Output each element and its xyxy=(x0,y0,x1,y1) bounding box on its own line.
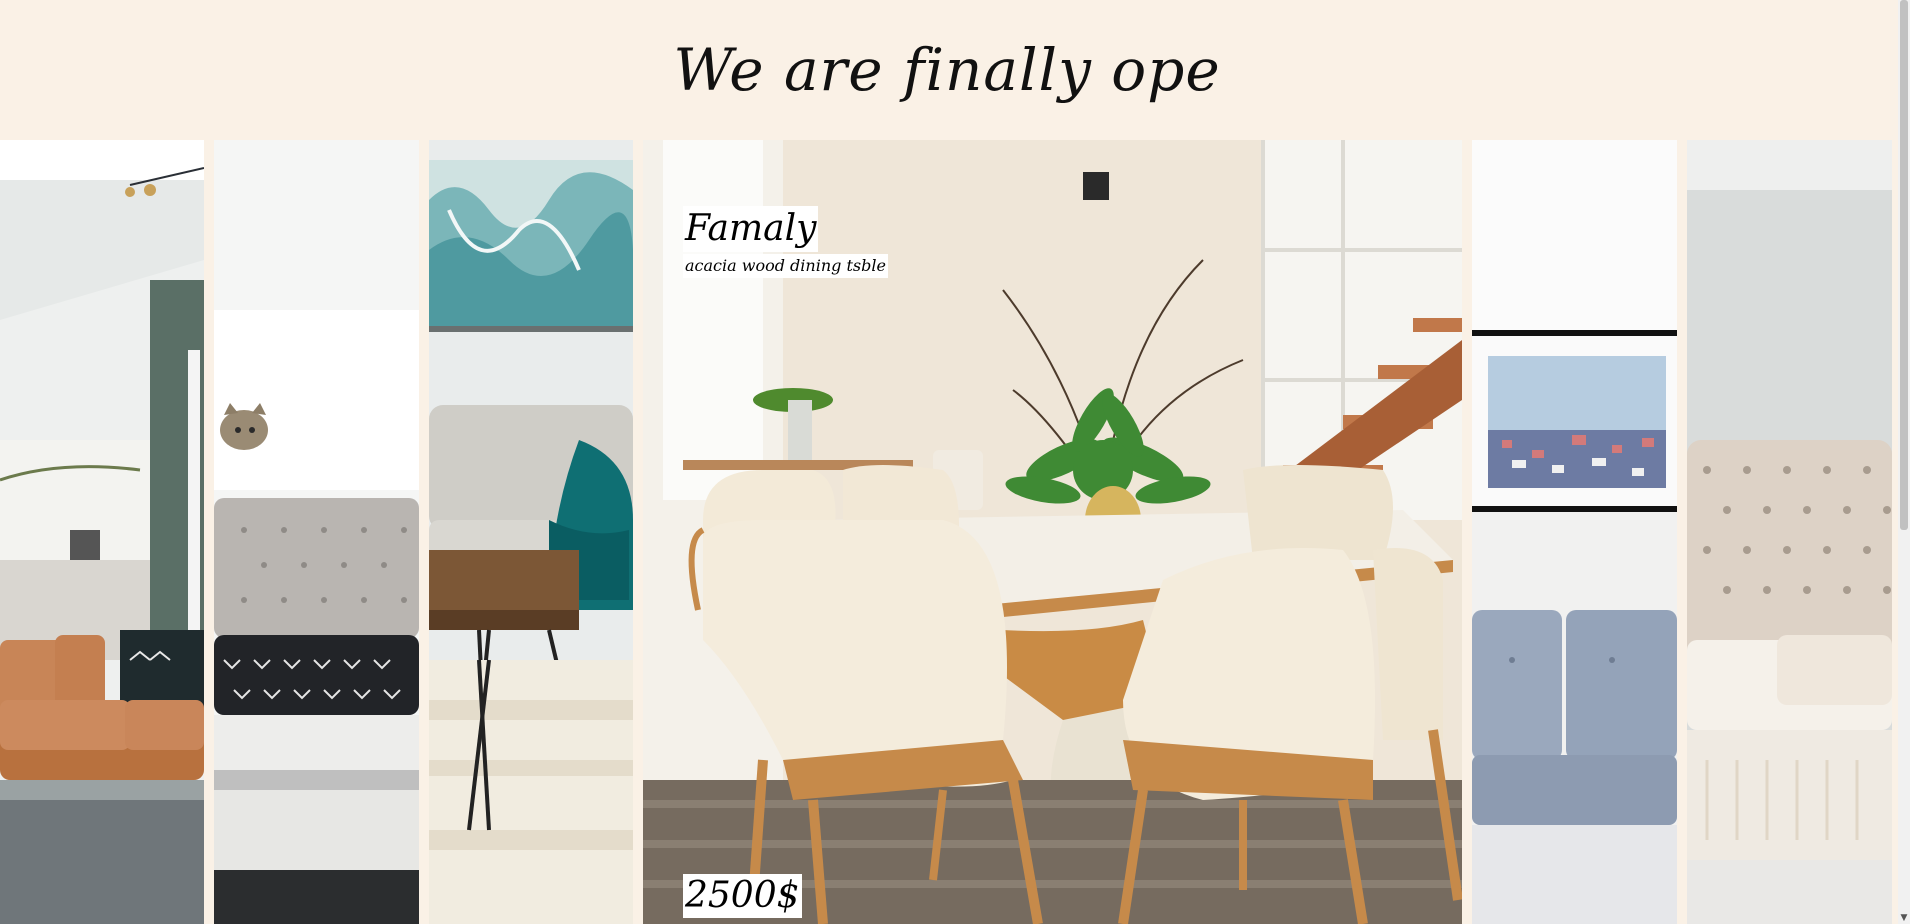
scrollbar-thumb[interactable] xyxy=(1900,0,1908,530)
gallery-panel-coffee-table[interactable] xyxy=(429,140,633,924)
blue-sofa-photo xyxy=(1472,140,1677,924)
headline: We are finally ope xyxy=(673,36,1221,104)
product-price: 2500$ xyxy=(683,874,802,918)
scroll-down-arrow-icon[interactable]: ▼ xyxy=(1900,914,1908,923)
tufted-bed-photo xyxy=(1687,140,1892,924)
gallery-panel-blue-sofa[interactable] xyxy=(1472,140,1677,924)
gallery-panel-living-room-sofa[interactable] xyxy=(0,140,204,924)
coffee-table-photo xyxy=(429,140,633,924)
gallery-panel-tufted-bed[interactable] xyxy=(1687,140,1892,924)
featured-caption: Famaly acacia wood dining tsble xyxy=(683,206,888,278)
product-subtitle: acacia wood dining tsble xyxy=(683,254,888,278)
photo-gallery: Famaly acacia wood dining tsble 2500$ xyxy=(0,140,1892,924)
bedroom-cat-photo xyxy=(214,140,419,924)
page-scrollbar[interactable]: ▼ xyxy=(1898,0,1910,924)
site-header: We are finally ope xyxy=(0,0,1898,140)
product-title: Famaly xyxy=(683,206,819,252)
gallery-panel-bedroom-cat[interactable] xyxy=(214,140,419,924)
gallery-panel-featured-dining[interactable]: Famaly acacia wood dining tsble 2500$ xyxy=(643,140,1462,924)
living-room-sofa-photo xyxy=(0,140,204,924)
page: We are finally ope Famaly acacia wood di… xyxy=(0,0,1910,924)
